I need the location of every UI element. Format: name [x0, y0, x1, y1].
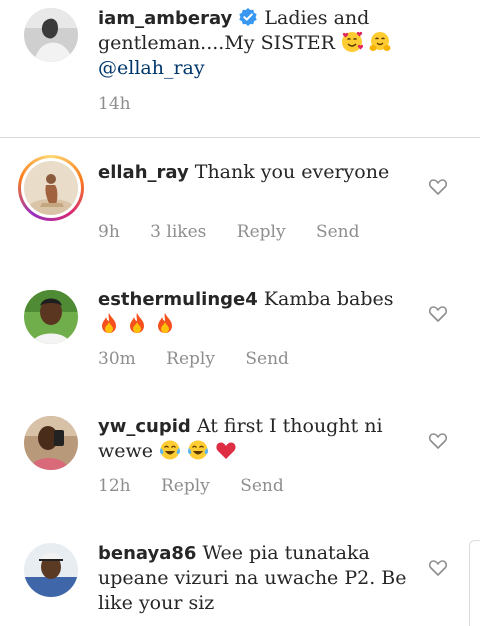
- heart-outline-icon[interactable]: [428, 431, 448, 451]
- comment-timestamp: 9h: [98, 222, 120, 242]
- comment-avatar[interactable]: [24, 290, 78, 344]
- heart-outline-icon[interactable]: [428, 304, 448, 324]
- comment-avatar[interactable]: [24, 416, 78, 470]
- tears-of-joy-emoji-icon: [188, 440, 209, 460]
- fire-emoji-icon: [158, 313, 173, 333]
- caption-divider: [0, 137, 480, 138]
- comment-text: yw_cupid At first I thought ni wewe: [98, 414, 418, 464]
- heart-outline-icon[interactable]: [428, 177, 448, 197]
- reply-button[interactable]: Reply: [237, 222, 286, 242]
- caption-avatar[interactable]: [24, 8, 78, 62]
- send-button[interactable]: Send: [240, 476, 284, 496]
- reply-button[interactable]: Reply: [166, 349, 215, 369]
- comment-meta: 9h 3 likes Reply Send: [98, 222, 385, 242]
- send-button[interactable]: Send: [316, 222, 360, 242]
- mention-link[interactable]: @ellah_ray: [98, 57, 205, 79]
- caption-text: iam_amberay Ladies and gentleman....My S…: [98, 6, 418, 81]
- comment-text: benaya86 Wee pia tunataka upeane vizuri …: [98, 541, 418, 616]
- likes-count-link[interactable]: 3 likes: [150, 222, 206, 242]
- comment-text: ellah_ray Thank you everyone: [98, 160, 418, 185]
- comment-text: esthermulinge4 Kamba babes: [98, 287, 418, 337]
- fire-emoji-icon: [102, 313, 116, 333]
- caption-timestamp: 14h: [98, 94, 131, 114]
- scrollbar-edge[interactable]: [469, 540, 480, 626]
- comment-meta: 12h Reply Send: [98, 476, 309, 496]
- comment-username[interactable]: esthermulinge4: [98, 289, 258, 310]
- heart-outline-icon[interactable]: [428, 558, 448, 578]
- hugging-face-emoji-icon: [369, 32, 391, 51]
- comment-avatar[interactable]: [24, 161, 78, 215]
- comment-username[interactable]: benaya86: [98, 543, 196, 564]
- verified-badge-icon: [239, 8, 258, 26]
- comment-timestamp: 30m: [98, 349, 136, 369]
- comment-username[interactable]: ellah_ray: [98, 162, 189, 183]
- comment-meta: 30m Reply Send: [98, 349, 314, 369]
- send-button[interactable]: Send: [245, 349, 289, 369]
- reply-button[interactable]: Reply: [161, 476, 210, 496]
- tears-of-joy-emoji-icon: [159, 440, 181, 460]
- comment-body: Kamba babes: [263, 288, 394, 310]
- comment-body: Thank you everyone: [194, 161, 390, 183]
- caption-meta: 14h: [98, 94, 156, 114]
- red-heart-emoji-icon: [216, 442, 236, 459]
- caption-username[interactable]: iam_amberay: [98, 8, 232, 29]
- fire-emoji-icon: [130, 313, 145, 333]
- comment-timestamp: 12h: [98, 476, 131, 496]
- comment-avatar[interactable]: [24, 543, 78, 597]
- comment-username[interactable]: yw_cupid: [98, 416, 191, 437]
- smiling-face-with-hearts-emoji-icon: [342, 31, 363, 52]
